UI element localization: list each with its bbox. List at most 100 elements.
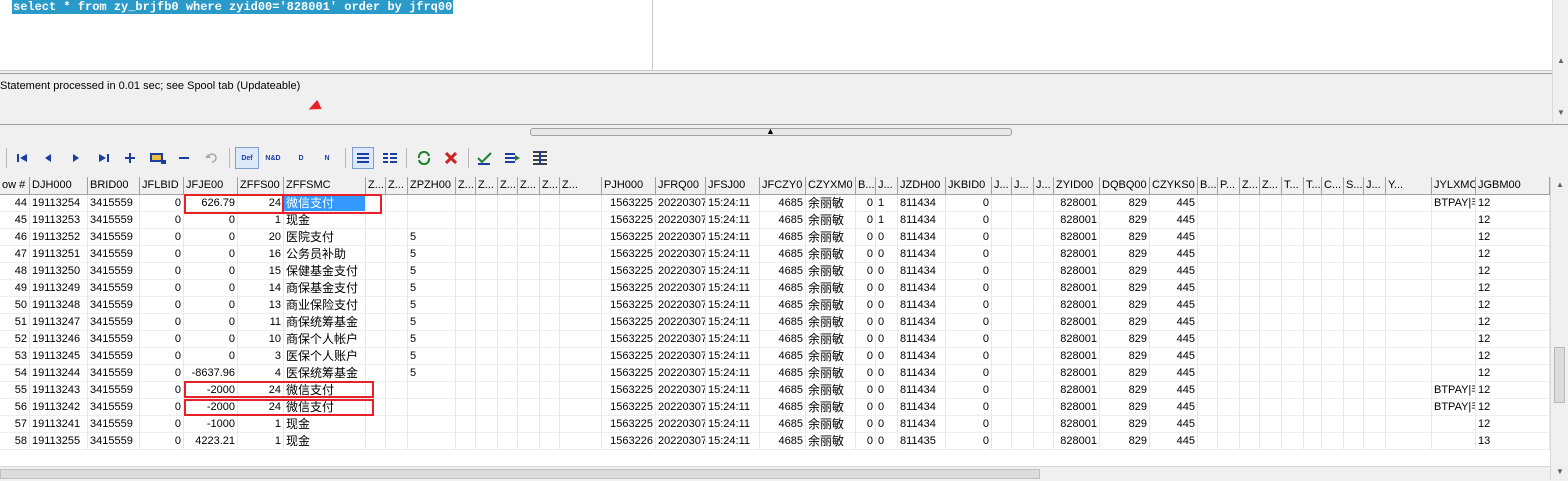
table-cell[interactable]: 4685 xyxy=(760,382,806,399)
table-cell[interactable]: 0 xyxy=(184,212,238,229)
table-cell[interactable]: 15:24:11 xyxy=(706,246,760,263)
table-cell[interactable]: 4685 xyxy=(760,399,806,416)
table-cell[interactable] xyxy=(366,212,386,229)
table-cell[interactable]: 0 xyxy=(856,314,876,331)
table-cell[interactable] xyxy=(540,348,560,365)
table-cell[interactable]: 余丽敏 xyxy=(806,433,856,450)
table-cell[interactable] xyxy=(1364,416,1386,433)
table-cell[interactable] xyxy=(1322,280,1344,297)
table-cell[interactable]: 0 xyxy=(946,399,992,416)
table-cell[interactable] xyxy=(992,416,1012,433)
table-cell[interactable]: 1 xyxy=(876,195,898,212)
table-cell[interactable] xyxy=(1432,433,1476,450)
table-cell[interactable] xyxy=(498,314,518,331)
table-cell[interactable]: 829 xyxy=(1100,229,1150,246)
table-cell[interactable] xyxy=(1198,195,1218,212)
table-cell[interactable]: 811434 xyxy=(898,348,946,365)
table-cell[interactable]: 15:24:11 xyxy=(706,416,760,433)
table-cell[interactable]: 1 xyxy=(238,212,284,229)
table-cell[interactable]: 3415559 xyxy=(88,365,140,382)
table-cell[interactable]: 1563225 xyxy=(602,365,656,382)
table-cell[interactable]: 15:24:11 xyxy=(706,348,760,365)
table-cell[interactable]: 829 xyxy=(1100,331,1150,348)
table-cell[interactable]: 0 xyxy=(946,195,992,212)
define-query-icon[interactable]: Def xyxy=(235,147,259,169)
table-cell[interactable] xyxy=(1260,365,1282,382)
table-cell[interactable] xyxy=(476,331,498,348)
table-cell[interactable]: 0 xyxy=(140,399,184,416)
column-header[interactable]: ZFFS00 xyxy=(238,177,284,194)
table-cell[interactable] xyxy=(1012,348,1034,365)
table-cell[interactable]: 56 xyxy=(0,399,30,416)
table-cell[interactable]: 3415559 xyxy=(88,263,140,280)
table-cell[interactable]: 4685 xyxy=(760,263,806,280)
table-cell[interactable]: 20220307 xyxy=(656,297,706,314)
table-cell[interactable] xyxy=(408,433,456,450)
table-cell[interactable] xyxy=(1260,297,1282,314)
table-cell[interactable] xyxy=(1218,246,1240,263)
table-cell[interactable] xyxy=(408,399,456,416)
table-cell[interactable] xyxy=(456,263,476,280)
table-cell[interactable]: 828001 xyxy=(1054,331,1100,348)
table-cell[interactable] xyxy=(992,263,1012,280)
table-cell[interactable] xyxy=(1012,229,1034,246)
table-cell[interactable]: 445 xyxy=(1150,280,1198,297)
table-cell[interactable] xyxy=(498,263,518,280)
table-cell[interactable]: 15:24:11 xyxy=(706,433,760,450)
table-cell[interactable] xyxy=(1260,399,1282,416)
table-cell[interactable] xyxy=(1240,297,1260,314)
table-cell[interactable]: 0 xyxy=(856,280,876,297)
table-cell[interactable]: 0 xyxy=(140,382,184,399)
table-cell[interactable] xyxy=(1344,246,1364,263)
table-cell[interactable]: 0 xyxy=(140,263,184,280)
table-cell[interactable]: 3415559 xyxy=(88,195,140,212)
table-cell[interactable] xyxy=(1432,212,1476,229)
table-row[interactable]: 48 19113250 3415559 0 0 15 保健基金支付 5 1563225 20220… xyxy=(0,263,1550,280)
table-cell[interactable]: 54 xyxy=(0,365,30,382)
table-cell[interactable] xyxy=(992,195,1012,212)
table-cell[interactable]: 0 xyxy=(876,382,898,399)
table-cell[interactable] xyxy=(1198,246,1218,263)
table-cell[interactable]: 13 xyxy=(238,297,284,314)
table-cell[interactable] xyxy=(1344,365,1364,382)
table-cell[interactable]: 4685 xyxy=(760,348,806,365)
table-cell[interactable]: 12 xyxy=(1476,195,1550,212)
table-cell[interactable]: 12 xyxy=(1476,348,1550,365)
table-cell[interactable]: 19113254 xyxy=(30,195,88,212)
table-cell[interactable]: 828001 xyxy=(1054,314,1100,331)
table-cell[interactable]: 52 xyxy=(0,331,30,348)
table-cell[interactable] xyxy=(1364,297,1386,314)
table-cell[interactable] xyxy=(366,399,386,416)
column-header[interactable]: T... xyxy=(1304,177,1322,194)
table-cell[interactable]: 445 xyxy=(1150,365,1198,382)
column-header[interactable]: JFRQ00 xyxy=(656,177,706,194)
table-cell[interactable]: 50 xyxy=(0,297,30,314)
table-cell[interactable] xyxy=(386,280,408,297)
table-cell[interactable]: 0 xyxy=(140,331,184,348)
table-cell[interactable] xyxy=(1322,348,1344,365)
table-cell[interactable]: 5 xyxy=(408,331,456,348)
table-cell[interactable]: 0 xyxy=(184,331,238,348)
table-cell[interactable] xyxy=(1364,280,1386,297)
table-cell[interactable] xyxy=(992,365,1012,382)
table-cell[interactable] xyxy=(1240,314,1260,331)
table-cell[interactable] xyxy=(1386,365,1432,382)
table-cell[interactable]: 0 xyxy=(856,297,876,314)
column-header[interactable]: J... xyxy=(1012,177,1034,194)
table-cell[interactable]: 19113242 xyxy=(30,399,88,416)
table-cell[interactable]: 20220307 xyxy=(656,280,706,297)
form-view-icon[interactable] xyxy=(380,148,400,168)
table-cell[interactable] xyxy=(1282,280,1304,297)
table-row[interactable]: 58 19113255 3415559 0 4223.21 1 现金 1563226 20220… xyxy=(0,433,1550,450)
table-cell[interactable]: 828001 xyxy=(1054,433,1100,450)
table-cell[interactable] xyxy=(992,246,1012,263)
table-cell[interactable]: 445 xyxy=(1150,433,1198,450)
table-cell[interactable] xyxy=(386,263,408,280)
table-cell[interactable] xyxy=(1012,195,1034,212)
table-cell[interactable]: 0 xyxy=(876,331,898,348)
table-cell[interactable]: -1000 xyxy=(184,416,238,433)
table-row[interactable]: 45 19113253 3415559 0 0 1 现金 1563225 20220307 15:… xyxy=(0,212,1550,229)
column-header[interactable]: Z... xyxy=(560,177,602,194)
table-cell[interactable]: 15:24:11 xyxy=(706,212,760,229)
editor-vertical-scrollbar[interactable]: ▲ ▼ xyxy=(1552,0,1568,122)
